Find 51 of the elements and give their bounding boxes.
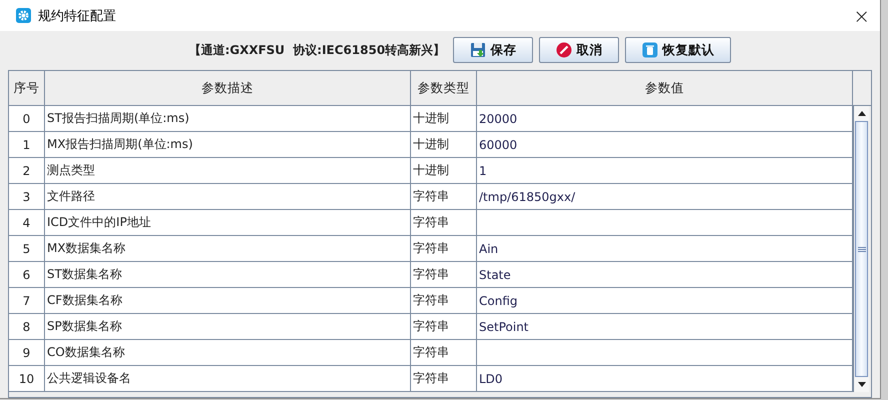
scroll-down-button[interactable] [854,377,869,392]
table-cell: 十进制 [411,132,477,157]
table-cell: 字符串 [411,314,477,339]
close-button[interactable]: × [853,4,870,28]
up-arrow-icon [858,111,866,116]
table-cell: ICD文件中的IP地址 [45,210,411,235]
table-cell: 字符串 [411,236,477,261]
table-cell: 字符串 [411,210,477,235]
window-title: 规约特征配置 [38,8,117,24]
table-cell: 文件路径 [45,184,411,209]
row-number: 0 [9,106,45,131]
table-cell: 测点类型 [45,158,411,183]
table-cell: MX数据集名称 [45,236,411,261]
row-number: 10 [9,366,45,391]
table-cell: ST报告扫描周期(单位:ms) [45,106,411,131]
table-cell: MX报告扫描周期(单位:ms) [45,132,411,157]
table-cell: ST数据集名称 [45,262,411,287]
row-number: 2 [9,158,45,183]
trash-icon [642,42,658,58]
row-number: 8 [9,314,45,339]
row-number: 3 [9,184,45,209]
restore-button[interactable]: 恢复默认 [625,37,732,63]
save-button[interactable]: 保存 [453,37,534,63]
row-number: 9 [9,340,45,365]
row-number: 6 [9,262,45,287]
column-header[interactable]: 序号 [9,71,45,105]
no-entry-icon [556,42,572,58]
row-number: 7 [9,288,45,313]
table-cell: 字符串 [411,340,477,365]
column-header[interactable]: 参数类型 [411,71,477,105]
scroll-thumb[interactable] [855,121,868,377]
column-header[interactable]: 参数描述 [45,71,411,105]
table-cell: CF数据集名称 [45,288,411,313]
table-cell: 字符串 [411,184,477,209]
table-cell: 十进制 [411,106,477,131]
row-number: 4 [9,210,45,235]
row-number: 5 [9,236,45,261]
row-number: 1 [9,132,45,157]
down-arrow-icon [858,382,866,387]
table-cell: 字符串 [411,366,477,391]
table-cell: CO数据集名称 [45,340,411,365]
cancel-button[interactable]: 取消 [539,37,620,63]
floppy-icon [470,42,486,58]
scroll-up-button[interactable] [854,106,869,121]
gear-icon [16,8,31,23]
table-cell: 十进制 [411,158,477,183]
table-cell: 公共逻辑设备名 [45,366,411,391]
channel-info: 【通道:GXXFSU 协议:IEC61850转高新兴】 [188,42,446,58]
table-cell: 字符串 [411,288,477,313]
table-cell: SP数据集名称 [45,314,411,339]
table-cell: 字符串 [411,262,477,287]
